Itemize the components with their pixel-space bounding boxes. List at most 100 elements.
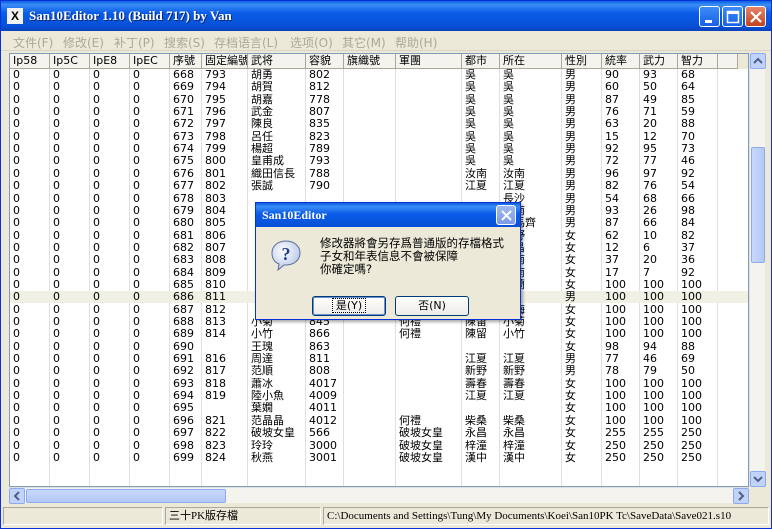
table-cell: 男	[565, 365, 576, 378]
column-header[interactable]: IpE8	[90, 54, 130, 69]
column-header[interactable]: 智力	[678, 54, 718, 69]
chevron-right-icon	[738, 491, 745, 501]
table-row[interactable]: 0 0 0 0 694 819 陸小魚 4009 江夏 江夏 女 100 100 100	[10, 390, 748, 403]
vertical-scroll-thumb[interactable]	[751, 147, 765, 263]
table-cell: 691	[173, 353, 194, 366]
menu-item[interactable]: 其它(M)	[342, 34, 386, 51]
dialog-close-button[interactable]	[496, 205, 516, 225]
close-button[interactable]	[745, 6, 766, 27]
table-row[interactable]: 0 0 0 0 692 817 范順 808 新野 新野 男 78 79 50	[10, 365, 748, 378]
table-row[interactable]: 0 0 0 0 670 795 胡嘉 778 吳 吳 男 87 49 85	[10, 93, 748, 106]
table-cell: 100	[643, 303, 664, 316]
table-row[interactable]: 0 0 0 0 669 794 胡賀 812 吳 吳 男 60 50 64	[10, 81, 748, 94]
app-icon[interactable]: X	[7, 8, 23, 24]
table-cell: 0	[53, 340, 60, 353]
column-header[interactable]: 都市	[462, 54, 500, 69]
column-header[interactable]: 統率	[602, 54, 640, 69]
table-row[interactable]: 0 0 0 0 677 802 張誠 790 江夏 江夏 男 82 76 54	[10, 180, 748, 192]
column-header[interactable]: 序號	[170, 54, 202, 69]
minimize-button[interactable]	[699, 6, 720, 27]
column-header[interactable]	[718, 54, 738, 69]
table-row[interactable]: 0 0 0 0 698 823 玲玲 3000 破坡女皇 梓潼 梓潼 女 250 250 250	[10, 439, 748, 452]
no-button[interactable]: 否(N)	[395, 296, 469, 316]
menu-item[interactable]: 搜索(S)	[164, 34, 205, 51]
table-cell: 范順	[251, 365, 273, 378]
menu-item[interactable]: 文件(F)	[13, 34, 53, 51]
table-row[interactable]: 0 0 0 0 699 824 秋燕 3001 破坡女皇 漢中 漢中 女 250 250 250	[10, 452, 748, 464]
table-cell: 0	[53, 81, 60, 94]
table-row[interactable]: 0 0 0 0 674 799 楊超 789 吳 吳 男 92 95 73	[10, 143, 748, 156]
menu-item[interactable]: 修改(E)	[63, 34, 104, 51]
table-cell: 0	[13, 167, 20, 180]
scroll-up-button[interactable]	[750, 53, 766, 69]
table-row[interactable]: 0 0 0 0 673 798 呂任 823 吳 吳 男 15 12 70	[10, 130, 748, 143]
table-cell: 49	[643, 93, 657, 106]
table-cell: 0	[93, 229, 100, 242]
column-header[interactable]: 性別	[562, 54, 602, 69]
maximize-button[interactable]	[722, 6, 743, 27]
table-row[interactable]: 0 0 0 0 690 王瑰 863 女 98 94 88	[10, 340, 748, 353]
table-cell: 62	[605, 229, 619, 242]
table-cell: 0	[133, 81, 140, 94]
menu-item[interactable]: 存档语言(L)	[214, 34, 278, 51]
table-cell	[344, 94, 396, 106]
table-cell: 0	[53, 316, 60, 328]
column-header[interactable]: 固定編號	[202, 54, 248, 69]
table-row[interactable]: 0 0 0 0 697 822 破坡女皇 566 破坡女皇 永昌 永昌 女 255 255 250	[10, 427, 748, 439]
column-header[interactable]: 所在	[500, 54, 562, 69]
table-row[interactable]: 0 0 0 0 676 801 織田信長 788 汝南 汝南 男 96 97 92	[10, 167, 748, 180]
table-row[interactable]: 0 0 0 0 675 800 皇甫成 793 吳 吳 男 72 77 46	[10, 155, 748, 168]
chevron-down-icon	[753, 476, 763, 483]
table-cell: 0	[93, 167, 100, 180]
table-row[interactable]: 0 0 0 0 668 793 胡勇 802 吳 吳 男 90 93 68	[10, 69, 748, 81]
dialog-title-bar[interactable]: San10Editor	[256, 203, 520, 227]
scroll-left-button[interactable]	[9, 488, 25, 504]
horizontal-scrollbar[interactable]	[9, 487, 749, 504]
table-cell: 100	[681, 303, 702, 316]
table-row[interactable]: 0 0 0 0 689 814 小竹 866 何禮 陳留 小竹 女 100 100 100	[10, 328, 748, 340]
menu-item[interactable]: 补丁(P)	[114, 34, 155, 51]
table-cell: 100	[681, 402, 702, 415]
table-cell: 女	[565, 390, 576, 403]
menu-item[interactable]: 帮助(H)	[395, 34, 437, 51]
table-cell: 0	[93, 254, 100, 267]
column-header[interactable]: 旗織號	[344, 54, 396, 69]
table-cell: 0	[13, 377, 20, 390]
column-header[interactable]: Ip5C	[50, 54, 90, 69]
table-cell: 100	[605, 377, 626, 390]
table-cell: 0	[13, 217, 20, 230]
table-cell: 794	[205, 81, 226, 94]
table-cell: 0	[133, 155, 140, 168]
table-row[interactable]: 0 0 0 0 695 葉嫺 4011 女 100 100 100	[10, 402, 748, 415]
vertical-scrollbar[interactable]	[749, 53, 766, 487]
table-cell: 3000	[309, 439, 337, 452]
table-cell: 813	[205, 316, 226, 328]
table-cell	[344, 106, 396, 118]
table-row[interactable]: 0 0 0 0 671 796 武金 807 吳 吳 男 76 71 59	[10, 106, 748, 118]
table-row[interactable]: 0 0 0 0 672 797 陳良 835 吳 吳 男 63 20 88	[10, 118, 748, 130]
column-header[interactable]: 武将	[248, 54, 306, 69]
table-row[interactable]: 0 0 0 0 691 816 周達 811 江夏 江夏 男 77 46 69	[10, 353, 748, 366]
horizontal-scroll-thumb[interactable]	[26, 489, 226, 503]
column-header[interactable]: 武力	[640, 54, 678, 69]
table-cell: 0	[53, 414, 60, 427]
table-row[interactable]: 0 0 0 0 696 821 范晶晶 4012 何禮 柴桑 柴桑 女 100 100 100	[10, 414, 748, 427]
yes-button[interactable]: 是(Y)	[312, 296, 386, 316]
column-header[interactable]: Ip58	[10, 54, 50, 69]
table-cell: 100	[605, 414, 626, 427]
scroll-down-button[interactable]	[750, 471, 766, 487]
menu-item[interactable]: 选项(O)	[290, 34, 333, 51]
table-cell: 0	[133, 130, 140, 143]
column-header[interactable]: 軍團	[396, 54, 462, 69]
table-cell	[396, 180, 462, 192]
table-cell: 0	[133, 291, 140, 304]
column-header[interactable]: 容貌	[306, 54, 344, 69]
table-cell: 0	[13, 254, 20, 267]
table-cell: 816	[205, 353, 226, 366]
scroll-right-button[interactable]	[733, 488, 749, 504]
column-header[interactable]: IpEC	[130, 54, 170, 69]
table-cell: 女	[565, 266, 576, 279]
table-row[interactable]: 0 0 0 0 693 818 蕭冰 4017 壽春 壽春 女 100 100 100	[10, 377, 748, 390]
table-cell: 95	[643, 143, 657, 156]
title-bar[interactable]: X San10Editor 1.10 (Build 717) by Van	[1, 1, 771, 31]
